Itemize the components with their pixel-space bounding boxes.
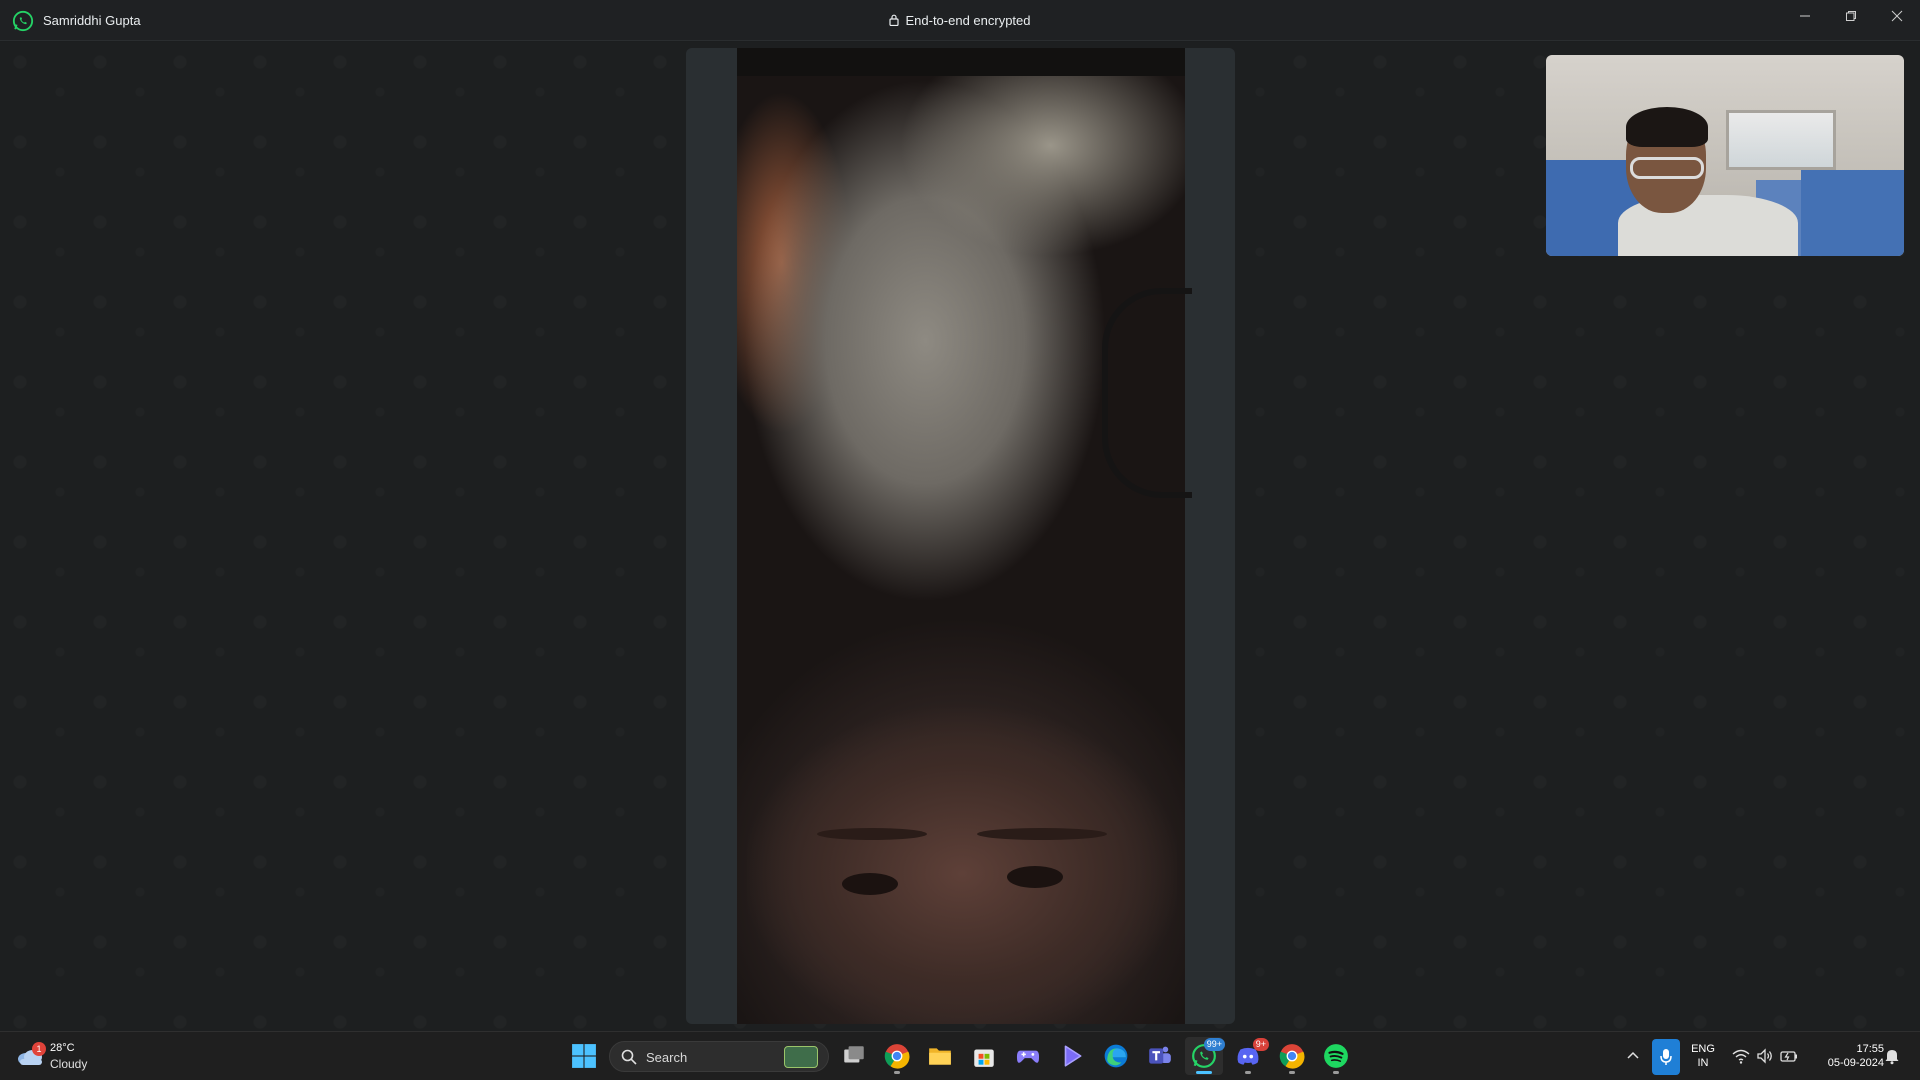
task-view-icon	[844, 1046, 864, 1063]
media-app-button[interactable]	[1053, 1037, 1091, 1075]
minimize-button[interactable]	[1782, 0, 1828, 32]
search-icon	[621, 1049, 637, 1065]
notification-bell-icon[interactable]	[1884, 1047, 1900, 1065]
language-indicator[interactable]: ENG IN	[1686, 1042, 1720, 1070]
chrome-icon	[884, 1044, 910, 1069]
restore-icon	[1846, 11, 1856, 21]
folder-icon	[929, 1048, 951, 1065]
chrome-profile-button[interactable]	[1273, 1037, 1311, 1075]
search-highlight-icon	[784, 1046, 818, 1068]
weather-temp: 28°C	[50, 1042, 75, 1054]
file-explorer-button[interactable]	[921, 1037, 959, 1075]
task-view-button[interactable]	[835, 1037, 873, 1075]
chevron-up-icon	[1627, 1051, 1639, 1059]
game-app-button[interactable]	[1009, 1037, 1047, 1075]
encryption-text: End-to-end encrypted	[905, 13, 1031, 28]
weather-badge: 1	[32, 1042, 46, 1056]
minimize-icon	[1800, 15, 1810, 17]
video-call-area	[0, 42, 1920, 1031]
lock-icon	[889, 14, 900, 26]
gamepad-icon	[1016, 1050, 1040, 1063]
encryption-status: End-to-end encrypted	[0, 13, 1920, 28]
language-code: ENG	[1691, 1043, 1715, 1055]
microphone-icon	[1660, 1049, 1672, 1065]
remote-face	[747, 648, 1177, 1024]
remote-video-feed	[737, 48, 1192, 1024]
search-placeholder: Search	[646, 1050, 688, 1065]
clock-date: 05-09-2024	[1827, 1057, 1884, 1069]
title-bar: Samriddhi Gupta End-to-end encrypted	[0, 0, 1920, 41]
battery-icon[interactable]	[1780, 1047, 1798, 1065]
microphone-in-use-button[interactable]	[1652, 1039, 1680, 1075]
weather-condition: Cloudy	[50, 1057, 88, 1071]
windows-icon	[572, 1044, 596, 1068]
teams-button[interactable]	[1141, 1037, 1179, 1075]
region-code: IN	[1697, 1057, 1709, 1069]
taskbar: 1 28°C Cloudy Search 99+ 9+ ENG IN 17:55…	[0, 1031, 1920, 1080]
store-button[interactable]	[965, 1037, 1003, 1075]
remote-video-panel[interactable]	[686, 48, 1235, 1024]
clock-time: 17:55	[1856, 1043, 1884, 1055]
chrome-button[interactable]	[878, 1037, 916, 1075]
play-icon	[1064, 1045, 1082, 1067]
start-button[interactable]	[565, 1037, 603, 1075]
edge-button[interactable]	[1097, 1037, 1135, 1075]
glasses-shape	[1102, 288, 1192, 498]
wifi-icon[interactable]	[1732, 1047, 1750, 1065]
store-icon	[974, 1049, 994, 1067]
whatsapp-button[interactable]: 99+	[1185, 1037, 1225, 1075]
chrome-icon	[1279, 1044, 1305, 1069]
self-video-preview[interactable]	[1546, 55, 1904, 256]
maximize-button[interactable]	[1828, 0, 1874, 32]
weather-widget[interactable]: 1 28°C Cloudy	[16, 1040, 106, 1074]
discord-badge: 9+	[1252, 1038, 1269, 1051]
taskbar-search[interactable]: Search	[609, 1041, 829, 1072]
teams-icon	[1149, 1046, 1171, 1064]
spotify-icon	[1324, 1044, 1348, 1068]
volume-icon[interactable]	[1756, 1047, 1774, 1065]
show-hidden-icons-button[interactable]	[1622, 1037, 1644, 1075]
close-button[interactable]	[1874, 0, 1920, 32]
discord-button[interactable]: 9+	[1229, 1037, 1269, 1075]
whatsapp-badge: 99+	[1203, 1038, 1225, 1051]
spotify-button[interactable]	[1317, 1037, 1355, 1075]
close-icon	[1891, 10, 1903, 22]
edge-icon	[1104, 1044, 1128, 1068]
clock[interactable]: 17:55 05-09-2024	[1808, 1042, 1884, 1070]
